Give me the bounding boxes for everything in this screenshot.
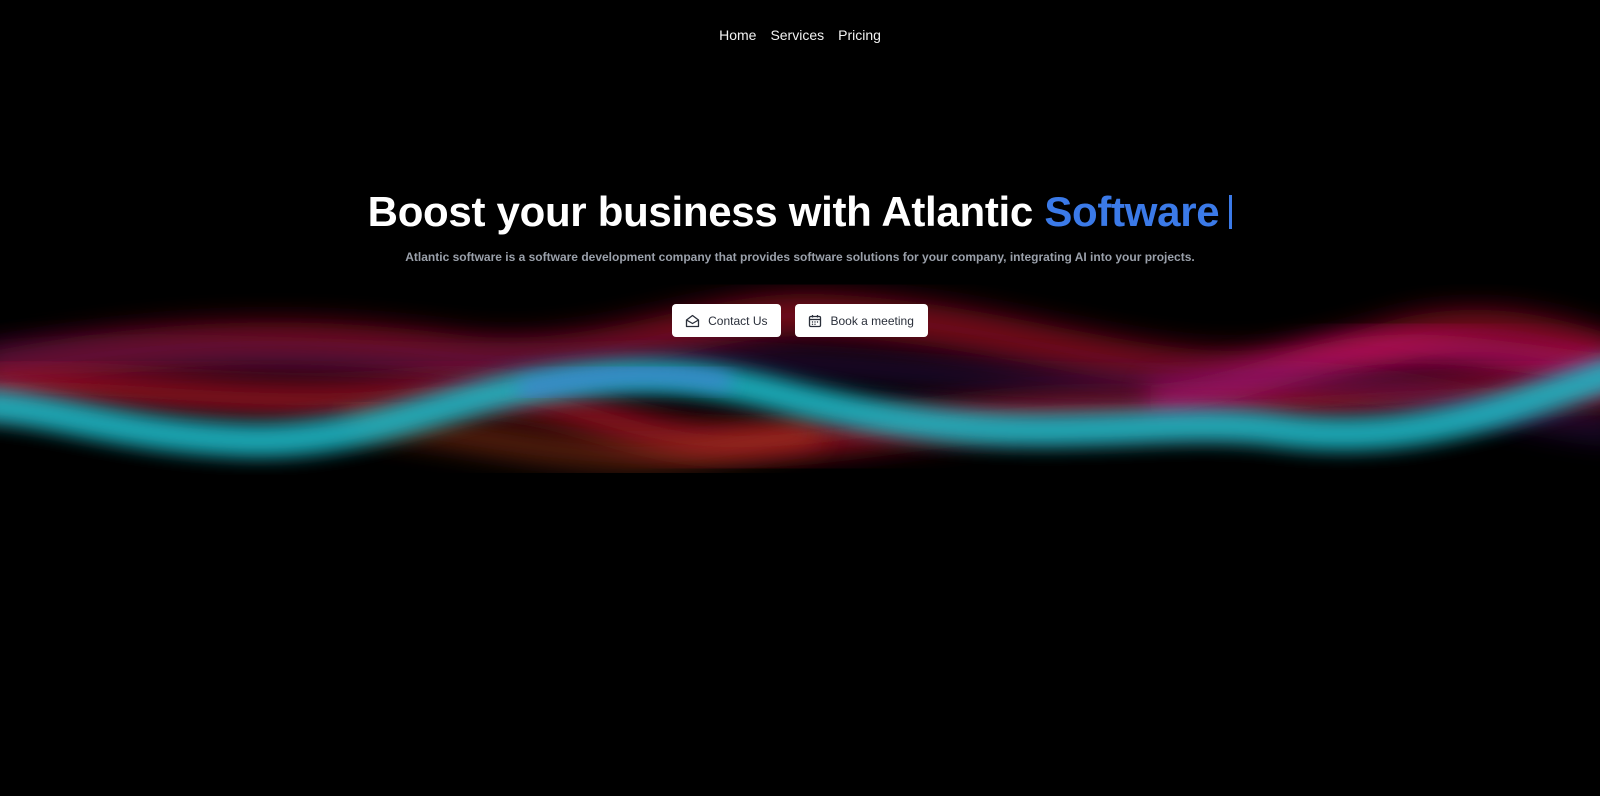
calendar-icon [809, 314, 822, 327]
hero-subtitle: Atlantic software is a software developm… [405, 250, 1195, 264]
contact-us-label: Contact Us [708, 313, 768, 328]
nav-pricing-link[interactable]: Pricing [838, 25, 881, 45]
typing-caret [1229, 195, 1233, 229]
nav-home-link[interactable]: Home [719, 25, 756, 45]
hero-headline: Boost your business with Atlantic Softwa… [0, 184, 1600, 240]
hero-section: Boost your business with Atlantic Softwa… [0, 184, 1600, 266]
headline-accent-text: Software [1044, 188, 1220, 235]
contact-us-button[interactable]: Contact Us [672, 304, 782, 337]
headline-main-text: Boost your business with Atlantic [367, 188, 1045, 235]
book-meeting-label: Book a meeting [830, 313, 914, 328]
nav-services-link[interactable]: Services [770, 25, 824, 45]
cta-buttons: Contact Us Book a meeting [0, 304, 1600, 337]
page: Home Services Pricing Boost your busines… [0, 0, 1600, 796]
envelope-icon [685, 314, 700, 327]
top-nav: Home Services Pricing [0, 25, 1600, 45]
book-meeting-button[interactable]: Book a meeting [795, 304, 928, 337]
